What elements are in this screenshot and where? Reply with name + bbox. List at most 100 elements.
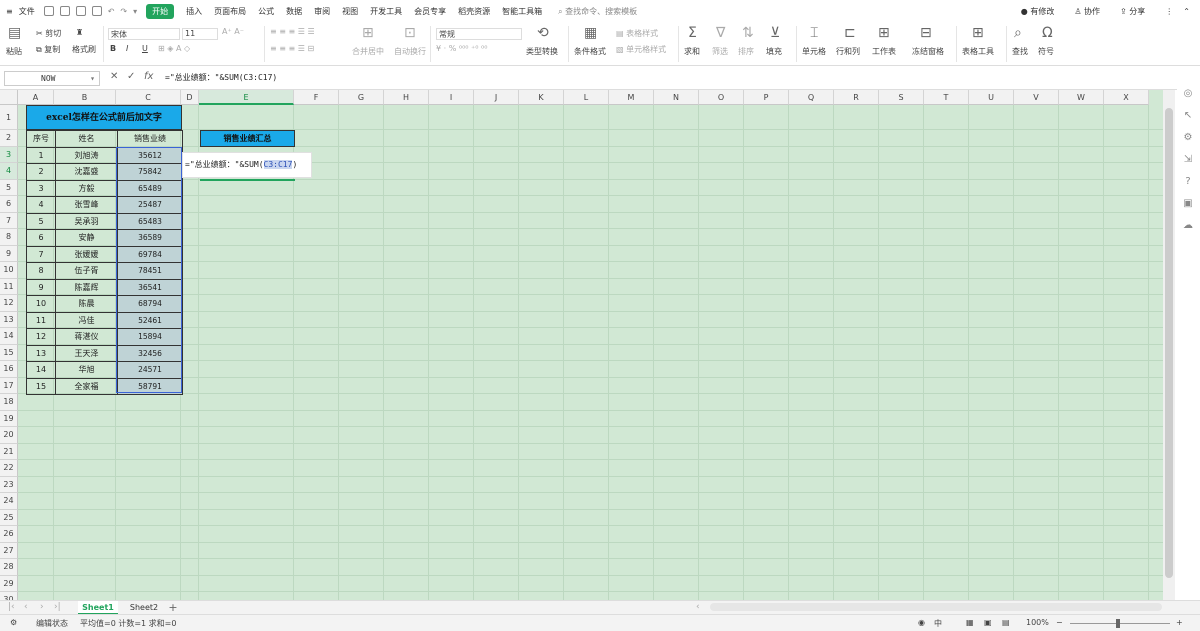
menu-tab-0[interactable]: 开始 (146, 3, 175, 19)
tab-sheet2[interactable]: Sheet2 (124, 601, 164, 615)
row-header-26[interactable]: 26 (0, 526, 18, 543)
name-box[interactable]: NOW ▾ (4, 71, 100, 86)
col-header-k[interactable]: K (519, 90, 564, 105)
cell-style-button[interactable]: ▧ 单元格样式 (616, 44, 666, 55)
menu-tab-4[interactable]: 数据 (286, 6, 302, 17)
vertical-scroll-thumb[interactable] (1165, 108, 1173, 578)
cell-sales[interactable]: 35612 (117, 146, 183, 164)
col-header-v[interactable]: V (1014, 90, 1059, 105)
last-sheet-icon[interactable]: ›| (54, 602, 61, 612)
row-header-17[interactable]: 17 (0, 377, 18, 394)
cell-name[interactable]: 安静 (55, 229, 118, 247)
cell-index[interactable]: 10 (26, 295, 56, 313)
row-header-24[interactable]: 24 (0, 493, 18, 510)
column-header[interactable]: 姓名 (55, 130, 118, 148)
cell-sales[interactable]: 36541 (117, 278, 183, 296)
column-header[interactable]: 销售业绩 (117, 130, 183, 148)
row-header-29[interactable]: 29 (0, 575, 18, 592)
prev-sheet-icon[interactable]: ‹ (24, 602, 28, 612)
command-search[interactable]: ⌕ 查找命令、搜索模板 (558, 6, 637, 17)
sheet-button[interactable]: 工作表 (872, 46, 896, 57)
row-header-20[interactable]: 20 (0, 427, 18, 444)
type-convert-button[interactable]: 类型转换 (526, 46, 558, 57)
confirm-icon[interactable]: ✓ (127, 71, 135, 82)
language-icon[interactable]: 中 (934, 618, 942, 629)
col-header-h[interactable]: H (384, 90, 429, 105)
cell-index[interactable]: 2 (26, 163, 56, 181)
row-header-11[interactable]: 11 (0, 278, 18, 295)
tab-sheet1[interactable]: Sheet1 (78, 601, 118, 615)
cell-sales[interactable]: 78451 (117, 262, 183, 280)
col-header-p[interactable]: P (744, 90, 789, 105)
hamburger-icon[interactable]: ≡ (6, 7, 13, 16)
merge-icon[interactable]: ⊞ (362, 26, 374, 40)
cell-index[interactable]: 3 (26, 179, 56, 197)
menu-tab-7[interactable]: 开发工具 (370, 6, 402, 17)
menu-tab-9[interactable]: 稻壳资源 (458, 6, 490, 17)
cell-index[interactable]: 9 (26, 278, 56, 296)
col-header-r[interactable]: R (834, 90, 879, 105)
cell-name[interactable]: 华旭 (55, 361, 118, 379)
fx-button[interactable]: fx (144, 71, 153, 82)
col-header-w[interactable]: W (1059, 90, 1104, 105)
table-tools-button[interactable]: 表格工具 (962, 46, 994, 57)
underline-button[interactable]: U (142, 44, 148, 53)
font-grow-icon[interactable]: A⁺ A⁻ (222, 27, 244, 36)
cell-editor[interactable]: ="总业绩额："&SUM(C3:C17) (182, 152, 312, 178)
cell-sales[interactable]: 24571 (117, 361, 183, 379)
col-header-i[interactable]: I (429, 90, 474, 105)
cut-button[interactable]: ✂ 剪切 (36, 28, 61, 39)
cell-name[interactable]: 方毅 (55, 179, 118, 197)
freeze-icon[interactable]: ⊟ (920, 26, 932, 40)
menu-tab-8[interactable]: 会员专享 (414, 6, 446, 17)
cell-sales[interactable]: 58791 (117, 377, 183, 395)
cell-sales[interactable]: 65489 (117, 179, 183, 197)
cond-format-icon[interactable]: ▦ (584, 26, 597, 40)
cell-sales[interactable]: 36589 (117, 229, 183, 247)
row-header-28[interactable]: 28 (0, 559, 18, 576)
bold-button[interactable]: B (110, 44, 116, 53)
zoom-in-icon[interactable]: + (1176, 618, 1183, 627)
col-header-o[interactable]: O (699, 90, 744, 105)
cell-name[interactable]: 蒋湛仪 (55, 328, 118, 346)
row-header-14[interactable]: 14 (0, 328, 18, 345)
copy-button[interactable]: ⧉ 复制 (36, 44, 60, 55)
row-header-16[interactable]: 16 (0, 361, 18, 378)
cell-name[interactable]: 王天泽 (55, 344, 118, 362)
row-header-30[interactable]: 30 (0, 592, 18, 600)
type-convert-icon[interactable]: ⟲ (537, 26, 549, 40)
table-tools-icon[interactable]: ⊞ (972, 26, 984, 40)
row-header-1[interactable]: 1 (0, 105, 18, 130)
undo-icon[interactable]: ↶ (108, 7, 115, 16)
menu-tab-1[interactable]: 插入 (186, 6, 202, 17)
add-sheet-icon[interactable]: + (166, 601, 180, 615)
next-sheet-icon[interactable]: › (40, 602, 44, 612)
cell-name[interactable]: 陈嘉辉 (55, 278, 118, 296)
row-header-19[interactable]: 19 (0, 410, 18, 427)
cell-icon[interactable]: ⌶ (810, 26, 818, 40)
zoom-thumb[interactable] (1116, 619, 1120, 628)
row-header-12[interactable]: 12 (0, 295, 18, 312)
cell-index[interactable]: 1 (26, 146, 56, 164)
symbol-button[interactable]: 符号 (1038, 46, 1054, 57)
row-header-6[interactable]: 6 (0, 196, 18, 213)
filter-button[interactable]: 筛选 (712, 46, 728, 57)
cell-index[interactable]: 6 (26, 229, 56, 247)
col-header-j[interactable]: J (474, 90, 519, 105)
font-size-select[interactable]: 11 (182, 28, 218, 40)
cond-format-button[interactable]: 条件格式 (574, 46, 606, 57)
normal-view-icon[interactable]: ▦ (966, 618, 974, 627)
font-name-select[interactable]: 宋体 (108, 28, 180, 40)
col-header-q[interactable]: Q (789, 90, 834, 105)
cell-sales[interactable]: 68794 (117, 295, 183, 313)
cell-index[interactable]: 13 (26, 344, 56, 362)
row-header-10[interactable]: 10 (0, 262, 18, 279)
backup-icon[interactable]: ▣ (1182, 198, 1194, 210)
col-header-a[interactable]: A (18, 90, 54, 105)
row-header-5[interactable]: 5 (0, 179, 18, 196)
row-header-22[interactable]: 22 (0, 460, 18, 477)
zoom-level[interactable]: 100% (1026, 618, 1049, 627)
select-all-corner[interactable] (0, 90, 18, 105)
row-header-3[interactable]: 3 (0, 146, 18, 163)
row-header-23[interactable]: 23 (0, 476, 18, 493)
